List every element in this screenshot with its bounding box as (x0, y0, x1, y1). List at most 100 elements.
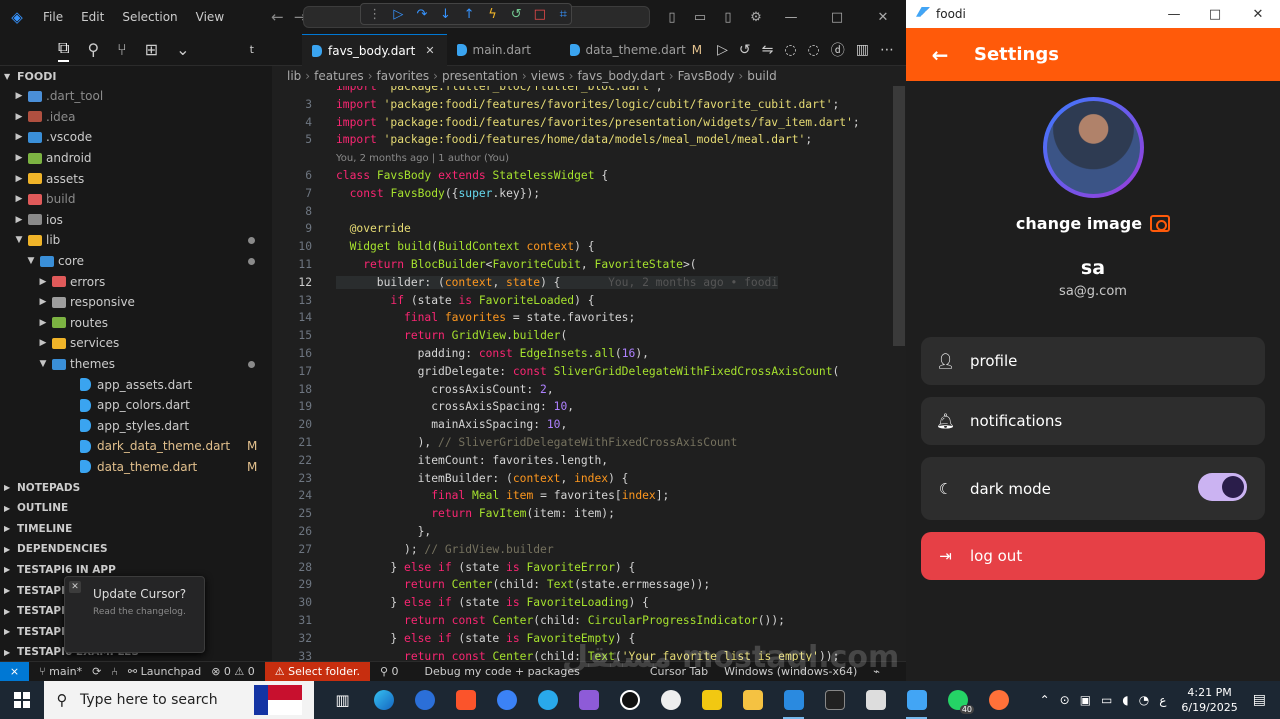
drag-handle-icon[interactable]: ⋮ (367, 7, 383, 22)
breadcrumb-item[interactable]: FavsBody (678, 69, 735, 83)
terminal-icon[interactable] (814, 681, 855, 719)
sidebar-section[interactable]: ▶ DEPENDENCIES (0, 539, 272, 560)
whatsapp-icon[interactable]: 40 (937, 681, 978, 719)
profile-option[interactable]: 👤︎ profile (921, 337, 1265, 385)
github-icon[interactable] (609, 681, 650, 719)
maximize-button[interactable]: □ (1193, 0, 1237, 28)
project-root[interactable]: ▼ FOODI (0, 66, 272, 86)
tree-item[interactable]: ▶ services (0, 333, 272, 354)
editor-scrollbar[interactable] (893, 86, 905, 346)
location-icon[interactable]: ⊙ (1060, 693, 1070, 707)
code-editor[interactable]: import 'package:flutter_bloc/flutter_blo… (272, 86, 906, 661)
code-line[interactable]: 24 final Meal item = favorites[index]; (272, 487, 906, 505)
notification-subtitle[interactable]: Read the changelog. (93, 607, 186, 617)
menu-view[interactable]: View (187, 10, 233, 24)
continue-icon[interactable]: ▷ (391, 7, 407, 22)
tree-item[interactable]: ▼ core (0, 251, 272, 272)
back-arrow-icon[interactable]: ← (906, 43, 974, 67)
task-view-icon[interactable]: ▥ (322, 681, 363, 719)
code-line[interactable]: 23 itemBuilder: (context, index) { (272, 470, 906, 488)
telegram-icon[interactable] (527, 681, 568, 719)
code-line[interactable]: 17 gridDelegate: const SliverGridDelegat… (272, 363, 906, 381)
compare-icon[interactable]: ⇋ (762, 42, 774, 58)
change-image-row[interactable]: change image (906, 214, 1280, 233)
step-out-icon[interactable]: ↑ (461, 7, 477, 22)
code-line[interactable]: 18 crossAxisCount: 2, (272, 381, 906, 399)
sync-icon[interactable]: ⟳ (92, 665, 101, 678)
sidebar-section[interactable]: ▶ NOTEPADS (0, 477, 272, 498)
ports-status[interactable]: ⚲ 0 (380, 665, 399, 678)
next-change-icon[interactable]: ◌ (808, 42, 820, 58)
toggle-primary-sidebar-icon[interactable]: ▯ (660, 0, 684, 34)
code-line[interactable]: 29 return Center(child: Text(state.errme… (272, 576, 906, 594)
history-icon[interactable]: ↺ (739, 42, 751, 58)
code-line[interactable]: 25 return FavItem(item: item); (272, 505, 906, 523)
show-hidden-icons-icon[interactable]: ⌃ (1040, 693, 1050, 707)
code-line[interactable]: 12 builder: (context, state) { You, 2 mo… (272, 274, 906, 292)
minimize-button[interactable]: — (1152, 0, 1196, 28)
step-over-icon[interactable]: ↷ (414, 7, 430, 22)
sidebar-section[interactable]: ▶ OUTLINE (0, 498, 272, 519)
restart-icon[interactable]: ↺ (508, 7, 524, 22)
brave-icon[interactable] (445, 681, 486, 719)
chatgpt-icon[interactable] (650, 681, 691, 719)
maximize-button[interactable]: □ (814, 0, 860, 34)
extensions-icon[interactable]: ⊞ (145, 40, 158, 59)
code-line[interactable]: 22 itemCount: favorites.length, (272, 452, 906, 470)
dark-mode-toggle[interactable] (1198, 473, 1247, 501)
branch-status[interactable]: ⑂ main* (39, 665, 82, 678)
code-line[interactable]: 28 } else if (state is FavoriteError) { (272, 559, 906, 577)
code-line[interactable]: 30 } else if (state is FavoriteLoading) … (272, 594, 906, 612)
minimize-button[interactable]: — (768, 0, 814, 34)
tree-item[interactable]: app_colors.dart (0, 395, 272, 416)
tree-item[interactable]: dark_data_theme.dart M (0, 436, 272, 457)
camera-icon[interactable] (1150, 215, 1171, 232)
tree-item[interactable]: app_styles.dart (0, 416, 272, 437)
notification-center-icon[interactable]: ▤ (1253, 692, 1266, 708)
run-icon[interactable]: ▷ (717, 42, 728, 58)
toggle-secondary-sidebar-icon[interactable]: ▯ (716, 0, 740, 34)
code-line[interactable]: 4 import 'package:foodi/features/favorite… (272, 114, 906, 132)
code-line[interactable]: 9 @override (272, 220, 906, 238)
tree-item[interactable]: ▶ responsive (0, 292, 272, 313)
code-line[interactable]: 19 crossAxisSpacing: 10, (272, 398, 906, 416)
tree-item[interactable]: ▶ .dart_tool (0, 86, 272, 107)
step-into-icon[interactable]: ↓ (438, 7, 454, 22)
testing-icon[interactable]: t (250, 43, 254, 56)
stop-icon[interactable]: □ (532, 7, 548, 22)
firefox-icon[interactable] (978, 681, 1019, 719)
settings-gear-icon[interactable]: ⚙ (744, 0, 768, 34)
tree-item[interactable]: ▶ build (0, 189, 272, 210)
language-indicator[interactable]: ع (1159, 693, 1166, 707)
close-icon[interactable]: ✕ (69, 581, 81, 593)
source-control-icon[interactable]: ⑂ (117, 40, 127, 59)
code-line[interactable]: 26 }, (272, 523, 906, 541)
app-store-icon[interactable] (404, 681, 445, 719)
tree-item[interactable]: ▶ ios (0, 210, 272, 231)
menu-selection[interactable]: Selection (113, 10, 186, 24)
volume-icon[interactable]: ◖ (1122, 693, 1128, 707)
breadcrumb-item[interactable]: views (531, 69, 565, 83)
tab-data-theme[interactable]: data_theme.dart M (560, 34, 715, 66)
code-line[interactable]: 20 mainAxisSpacing: 10, (272, 416, 906, 434)
search-icon[interactable]: ⚲ (87, 40, 99, 59)
camera-tray-icon[interactable]: ▣ (1080, 693, 1091, 707)
launchpad-status[interactable]: ⚯ Launchpad (128, 665, 201, 678)
clock[interactable]: 4:21 PM 6/19/2025 (1181, 685, 1237, 715)
close-icon[interactable]: ✕ (425, 44, 434, 57)
remote-icon[interactable]: ⨯ (0, 661, 29, 682)
chevron-down-icon[interactable]: ⌄ (176, 40, 189, 59)
power-bi-icon[interactable] (691, 681, 732, 719)
visual-studio-icon[interactable] (568, 681, 609, 719)
breadcrumb-item[interactable]: build (747, 69, 777, 83)
tree-item[interactable]: ▶ routes (0, 313, 272, 334)
code-line[interactable]: 15 return GridView.builder( (272, 327, 906, 345)
taskbar-search[interactable]: ⚲ Type here to search (44, 681, 314, 719)
breadcrumb-item[interactable]: presentation (442, 69, 518, 83)
select-folder-status[interactable]: ⚠ Select folder. (264, 661, 370, 682)
edge-icon[interactable] (363, 681, 404, 719)
menu-edit[interactable]: Edit (72, 10, 113, 24)
code-line[interactable]: 13 if (state is FavoriteLoaded) { (272, 292, 906, 310)
notifications-option[interactable]: 🔔︎ notifications (921, 397, 1265, 445)
sidebar-section[interactable]: ▶ TIMELINE (0, 518, 272, 539)
